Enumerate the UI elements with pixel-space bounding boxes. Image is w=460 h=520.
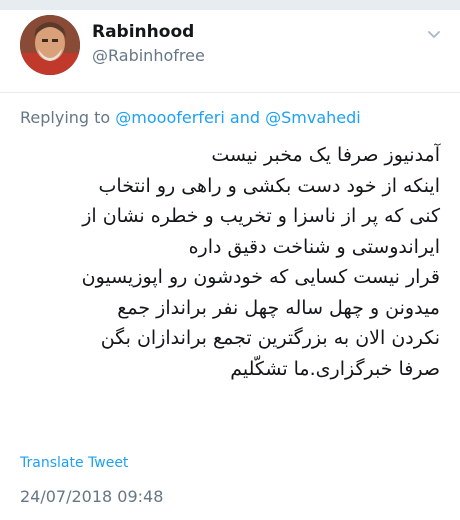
mention-link[interactable]: @Smvahedi: [265, 108, 361, 127]
tweet-line: کنی که پر از ناسزا و تخریب و خطره نشان ا…: [82, 205, 440, 227]
header-divider: [0, 92, 460, 93]
top-divider: [0, 0, 460, 10]
chevron-down-icon[interactable]: [426, 26, 442, 42]
tweet-line: قرار نیست کسایی که خودشون رو اپوزیسیون: [81, 266, 440, 288]
replying-to: Replying to @moooferferi and @Smvahedi: [20, 108, 361, 127]
tweet-line: اینکه از خود دست بکشی و راهی رو انتخاب: [98, 174, 440, 197]
translate-tweet-link[interactable]: Translate Tweet: [20, 455, 128, 471]
replying-prefix: Replying to: [20, 108, 111, 127]
tweet-timestamp[interactable]: 24/07/2018 09:48: [20, 487, 163, 506]
tweet-line: نکردن الان به بزرگترین تجمع براندازان بگ…: [100, 327, 440, 349]
avatar[interactable]: [20, 15, 80, 75]
mention-connector: and: [229, 108, 261, 127]
user-handle[interactable]: @Rabinhofree: [92, 46, 205, 65]
mention-link[interactable]: @moooferferi: [115, 108, 225, 127]
tweet-line: صرفا خبرگزاری.ما تشکّلیم: [230, 357, 440, 380]
tweet-line: میدونن و چهل ساله چهل نفر برانداز جمع: [117, 296, 440, 319]
tweet-line: ایراندوستی و شناخت دقیق داره: [188, 235, 440, 258]
tweet-line: آمدنیوز صرفا یک مخبر نیست: [211, 144, 440, 166]
display-name[interactable]: Rabinhood: [92, 22, 194, 42]
tweet-text: آمدنیوز صرفا یک مخبر نیست اینکه از خود د…: [20, 140, 440, 384]
